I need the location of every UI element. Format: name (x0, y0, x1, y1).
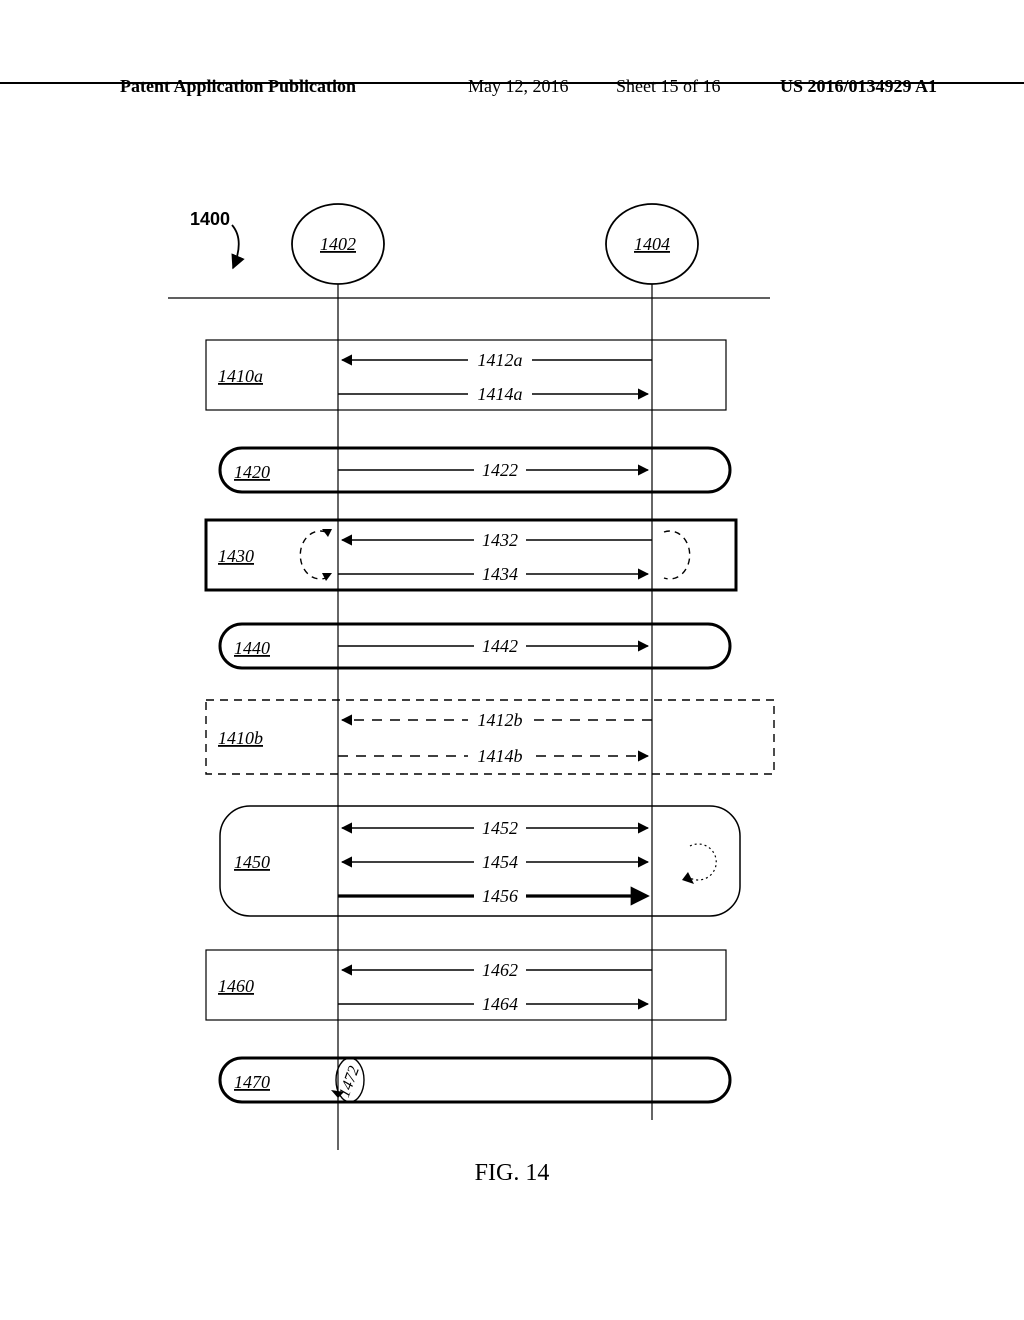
block-1460 (206, 950, 726, 1020)
msg-1434-label: 1434 (482, 564, 518, 584)
block-1440-label: 1440 (234, 638, 270, 658)
block-1470-label: 1470 (234, 1072, 270, 1092)
patent-page: Patent Application Publication May 12, 2… (0, 0, 1024, 1320)
overall-ref: 1400 (190, 209, 230, 229)
msg-1414a-label: 1414a (478, 384, 523, 404)
figure-caption: FIG. 14 (0, 1160, 1024, 1187)
sequence-diagram: 1400 1402 1404 1410a 1412a 1414a 1420 14… (0, 0, 1024, 1320)
msg-1464-label: 1464 (482, 994, 518, 1014)
msg-1412a-label: 1412a (478, 350, 523, 370)
msg-1432-label: 1432 (482, 530, 518, 550)
msg-1414b-label: 1414b (478, 746, 523, 766)
loop-1430-left (300, 531, 326, 579)
loop-1430-right (664, 531, 690, 579)
entity-right-label: 1404 (634, 234, 670, 254)
entity-left-label: 1402 (320, 234, 356, 254)
block-1430 (206, 520, 736, 590)
block-1410b-label: 1410b (218, 728, 263, 748)
msg-1456-label: 1456 (482, 886, 518, 906)
loop-1450-right (690, 844, 716, 880)
msg-1442-label: 1442 (482, 636, 518, 656)
msg-1452-label: 1452 (482, 818, 518, 838)
block-1420-label: 1420 (234, 462, 270, 482)
msg-1412b-label: 1412b (478, 710, 523, 730)
block-1410a-label: 1410a (218, 366, 263, 386)
block-1470 (220, 1058, 730, 1102)
block-1410a (206, 340, 726, 410)
overall-ref-arrow (232, 225, 239, 268)
block-1430-label: 1430 (218, 546, 254, 566)
block-1460-label: 1460 (218, 976, 254, 996)
msg-1454-label: 1454 (482, 852, 518, 872)
msg-1422-label: 1422 (482, 460, 518, 480)
block-1450-label: 1450 (234, 852, 270, 872)
msg-1462-label: 1462 (482, 960, 518, 980)
